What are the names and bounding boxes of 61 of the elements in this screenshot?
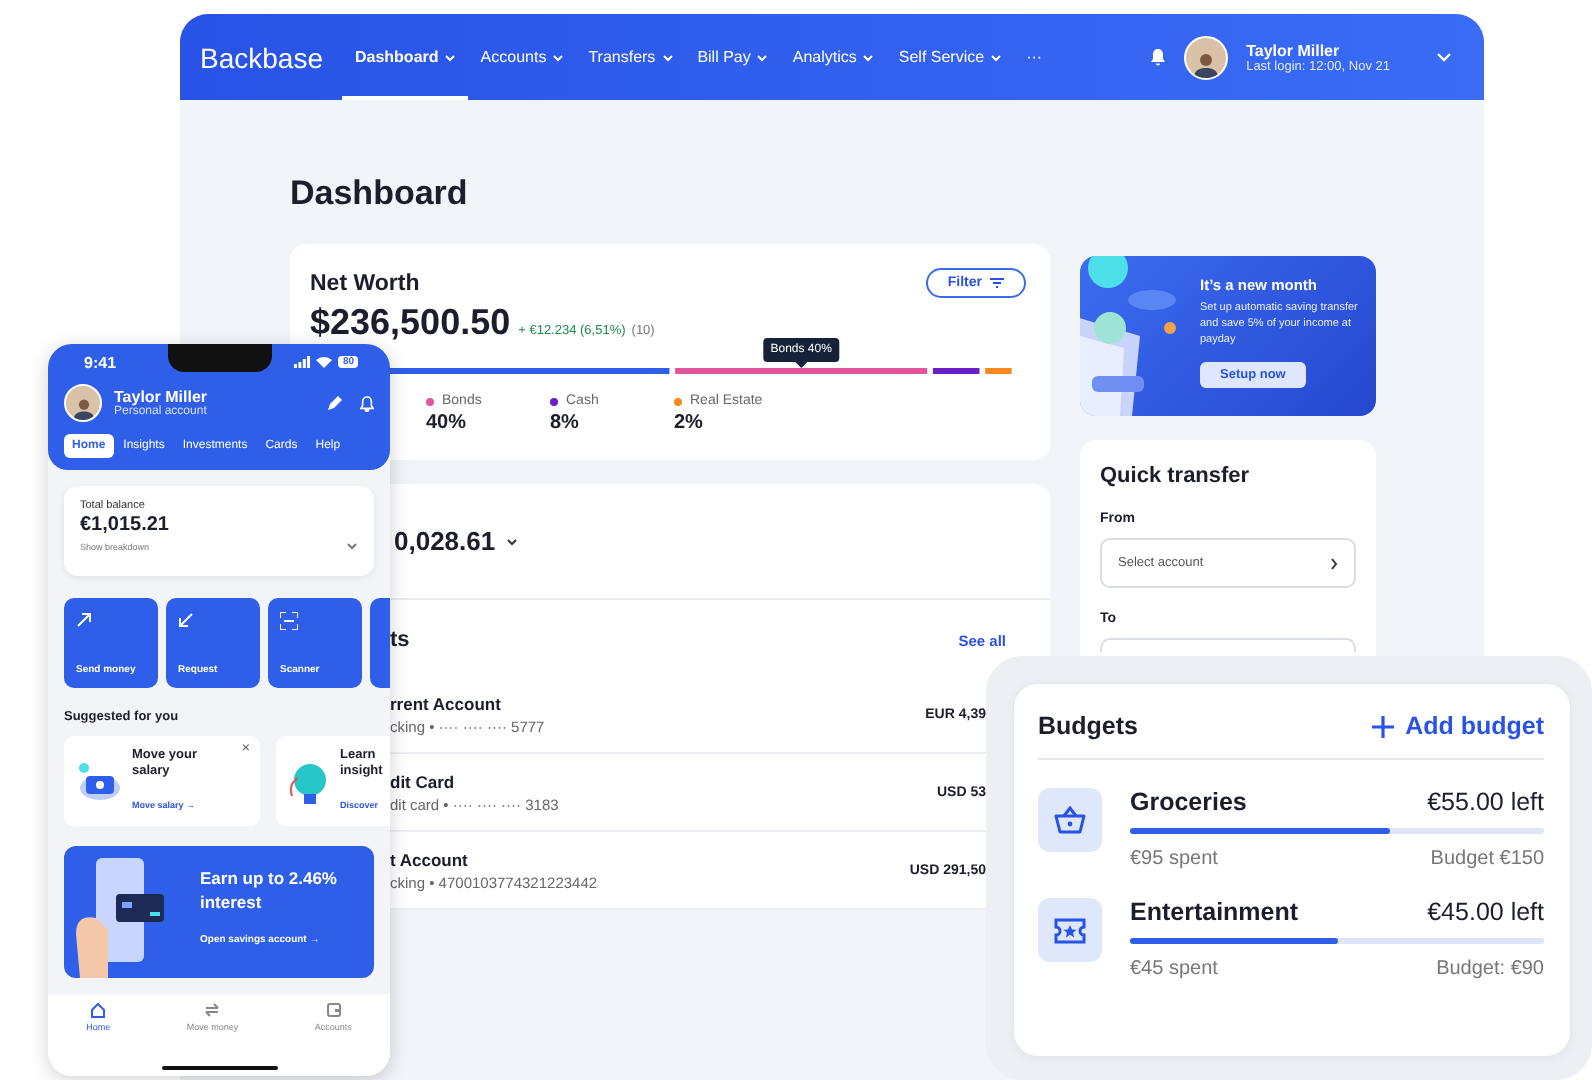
wallet-icon: [325, 1002, 342, 1018]
avatar[interactable]: [1184, 35, 1229, 79]
account-name[interactable]: dit Card: [390, 772, 559, 792]
budget-remaining: €55.00 left: [1427, 788, 1544, 816]
person-silhouette-icon: [1192, 49, 1221, 77]
chevron-right-icon: [1330, 558, 1338, 570]
wifi-icon: [316, 356, 333, 368]
nav-menu-item[interactable]: Self Service: [886, 14, 1015, 100]
budget-limit: Budget: €90: [1436, 958, 1544, 980]
logo-text[interactable]: Backbase: [200, 41, 323, 73]
chevron-down-icon[interactable]: [1436, 52, 1452, 62]
filter-icon: [990, 278, 1004, 288]
nav-menu-item[interactable]: Analytics: [780, 14, 887, 100]
scan-icon: [280, 612, 298, 630]
account-name[interactable]: rrent Account: [390, 694, 545, 714]
page-title: Dashboard: [290, 174, 470, 214]
card-title: Net Worth: [310, 271, 420, 295]
budget-category: Entertainment: [1130, 898, 1299, 926]
legend-value: 8%: [550, 412, 581, 434]
net-worth-amount: $236,500.50: [310, 302, 511, 344]
signal-icon: [294, 356, 311, 368]
section-title: ts: [390, 628, 410, 652]
nav-menu-item[interactable]: ···: [1014, 14, 1055, 100]
home-icon: [90, 1002, 107, 1018]
budget-remaining: €45.00 left: [1427, 898, 1544, 926]
chevron-down-icon: [505, 537, 518, 545]
account-name[interactable]: t Account: [390, 850, 598, 870]
nav-menu-item[interactable]: Transfers: [576, 14, 686, 100]
legend-value: 40%: [426, 412, 469, 434]
person-silhouette-icon: [71, 396, 95, 420]
user-name: Taylor Miller: [114, 388, 208, 406]
pencil-icon[interactable]: [326, 395, 342, 411]
notification-bell-icon[interactable]: [360, 395, 374, 411]
budget-category: Groceries: [1130, 788, 1247, 816]
lightbulb-head-drawing: [288, 760, 332, 808]
swap-arrows-icon: [204, 1002, 221, 1018]
user-name: Taylor Miller: [1246, 41, 1342, 59]
to-account-field[interactable]: [1100, 638, 1356, 652]
ticket-icon: [1038, 898, 1102, 962]
chevron-down-icon: [346, 542, 358, 550]
basket-icon: [1038, 788, 1102, 852]
arrow-down-left-icon: [178, 612, 194, 628]
nav-menu-item[interactable]: Bill Pay: [685, 14, 781, 100]
balance-amount: €1,015.21: [80, 514, 171, 536]
notification-bell-icon[interactable]: [1150, 48, 1167, 66]
card-title: Budgets: [1038, 712, 1138, 740]
home-indicator: [161, 1065, 277, 1070]
legend-value: 2%: [674, 412, 705, 434]
arrow-up-right-icon: [76, 612, 92, 628]
add-budget-button[interactable]: Add budget: [1371, 712, 1544, 740]
nav-menu-item[interactable]: Accounts: [468, 14, 577, 100]
nav-menu-item[interactable]: Dashboard: [342, 14, 469, 100]
promo-title: Earn up to 2.46% interest: [200, 866, 339, 916]
card-title: Quick transfer: [1100, 464, 1252, 488]
budget-limit: Budget €150: [1430, 848, 1544, 870]
spent-amount: €45 spent: [1130, 958, 1218, 980]
spent-amount: €95 spent: [1130, 848, 1218, 870]
plus-icon: [1371, 715, 1394, 737]
phone-notch: [167, 344, 271, 372]
balance-amount: 0,028.61: [394, 526, 496, 556]
status-time: 9:41: [84, 353, 117, 371]
